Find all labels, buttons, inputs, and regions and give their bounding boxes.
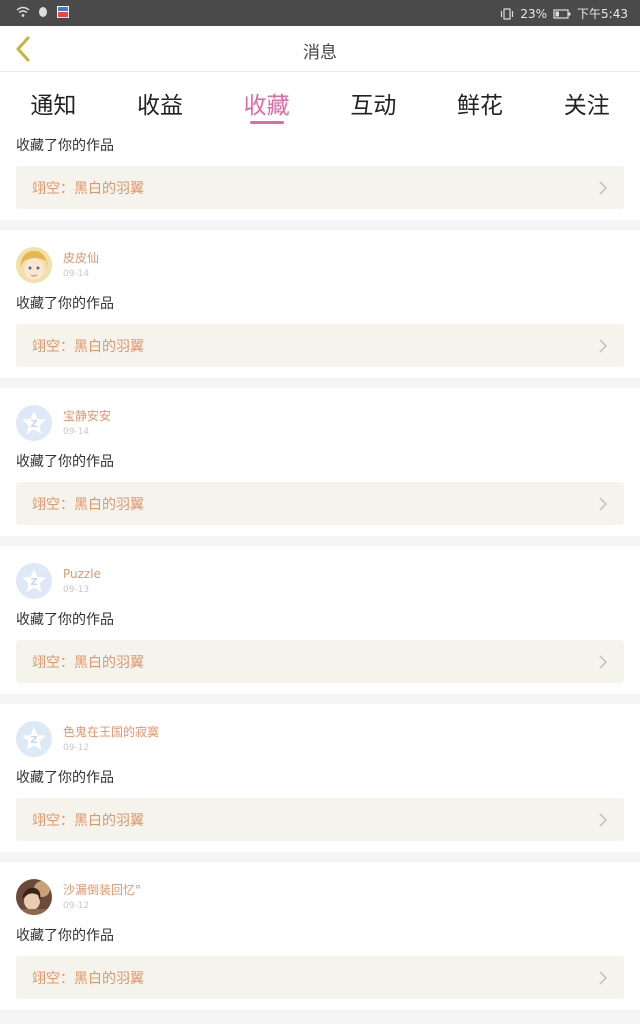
avatar[interactable]: Z bbox=[16, 405, 52, 441]
list-item: Z 色鬼在王国的寂寞 09-12 收藏了你的作品 翊空：黑白的羽翼 bbox=[0, 704, 640, 852]
action-text: 收藏了你的作品 bbox=[16, 612, 114, 628]
anime-avatar-icon bbox=[16, 247, 52, 283]
username[interactable]: Puzzle bbox=[63, 566, 101, 582]
status-bar: 23% 下午5:43 bbox=[0, 0, 640, 26]
avatar[interactable]: Z bbox=[16, 563, 52, 599]
work-link[interactable]: 翊空：黑白的羽翼 bbox=[16, 956, 624, 999]
avatar[interactable] bbox=[16, 247, 52, 283]
wifi-icon bbox=[16, 6, 30, 17]
chevron-right-icon bbox=[599, 496, 608, 511]
action-text: 收藏了你的作品 bbox=[16, 928, 114, 944]
battery-percent: 23% bbox=[520, 6, 548, 21]
star-avatar-icon: Z bbox=[22, 727, 46, 750]
tab-favorites[interactable]: 收藏 bbox=[213, 72, 320, 132]
svg-text:Z: Z bbox=[30, 735, 37, 746]
tab-interactions[interactable]: 互动 bbox=[320, 72, 427, 132]
avatar[interactable] bbox=[16, 879, 52, 915]
work-title: 翊空：黑白的羽翼 bbox=[32, 970, 144, 987]
work-link[interactable]: 翊空：黑白的羽翼 bbox=[16, 482, 624, 525]
chevron-right-icon bbox=[599, 970, 608, 985]
nav-bar: 消息 bbox=[0, 26, 640, 72]
star-avatar-icon: Z bbox=[22, 569, 46, 592]
chevron-right-icon bbox=[599, 180, 608, 195]
chevron-right-icon bbox=[599, 812, 608, 827]
work-title: 翊空：黑白的羽翼 bbox=[32, 654, 144, 671]
timestamp: 09-14 bbox=[63, 427, 90, 437]
username[interactable]: 色鬼在王国的寂寞 bbox=[63, 724, 159, 740]
tab-earnings[interactable]: 收益 bbox=[107, 72, 214, 132]
message-list[interactable]: 收藏了你的作品 翊空：黑白的羽翼 皮皮仙 09-14 收藏了你的作品 翊空：黑白… bbox=[0, 132, 640, 1024]
tab-label: 互动 bbox=[350, 93, 397, 119]
work-link[interactable]: 翊空：黑白的羽翼 bbox=[16, 798, 624, 841]
tab-label: 收益 bbox=[137, 93, 183, 119]
timestamp: 09-12 bbox=[63, 901, 90, 911]
timestamp: 09-13 bbox=[63, 585, 90, 595]
work-title: 翊空：黑白的羽翼 bbox=[32, 180, 144, 197]
page-title: 消息 bbox=[303, 43, 337, 63]
chevron-right-icon bbox=[599, 654, 608, 669]
tab-label: 鲜花 bbox=[457, 93, 504, 119]
tab-label: 收藏 bbox=[243, 93, 290, 119]
qq-icon bbox=[39, 7, 47, 17]
action-text: 收藏了你的作品 bbox=[16, 296, 114, 312]
work-title: 翊空：黑白的羽翼 bbox=[32, 812, 144, 829]
tab-follows[interactable]: 关注 bbox=[533, 72, 640, 132]
work-link[interactable]: 翊空：黑白的羽翼 bbox=[16, 640, 624, 683]
avatar[interactable]: Z bbox=[16, 721, 52, 757]
work-title: 翊空：黑白的羽翼 bbox=[32, 338, 144, 355]
work-title: 翊空：黑白的羽翼 bbox=[32, 496, 144, 513]
username[interactable]: 沙漏倒装回忆° bbox=[63, 882, 141, 898]
app-notification-icon bbox=[57, 6, 69, 18]
username[interactable]: 宝静安安 bbox=[63, 408, 111, 424]
battery-icon bbox=[553, 8, 571, 19]
timestamp: 09-14 bbox=[63, 269, 90, 279]
list-item: 皮皮仙 09-14 收藏了你的作品 翊空：黑白的羽翼 bbox=[0, 230, 640, 378]
list-item: 收藏了你的作品 翊空：黑白的羽翼 bbox=[0, 132, 640, 220]
action-text: 收藏了你的作品 bbox=[16, 770, 114, 786]
clock: 下午5:43 bbox=[577, 7, 628, 21]
work-link[interactable]: 翊空：黑白的羽翼 bbox=[16, 166, 624, 209]
svg-text:Z: Z bbox=[30, 577, 37, 588]
tab-notifications[interactable]: 通知 bbox=[0, 72, 107, 132]
timestamp: 09-12 bbox=[63, 743, 90, 753]
work-link[interactable]: 翊空：黑白的羽翼 bbox=[16, 324, 624, 367]
chevron-right-icon bbox=[599, 338, 608, 353]
photo-avatar-icon bbox=[16, 879, 52, 915]
tab-label: 通知 bbox=[30, 93, 77, 119]
list-item: Z Puzzle 09-13 收藏了你的作品 翊空：黑白的羽翼 bbox=[0, 546, 640, 694]
action-text: 收藏了你的作品 bbox=[16, 454, 114, 470]
tab-label: 关注 bbox=[563, 93, 610, 119]
active-tab-indicator bbox=[249, 121, 284, 124]
svg-text:Z: Z bbox=[30, 419, 37, 430]
vibrate-icon bbox=[501, 7, 514, 20]
list-item: Z 宝静安安 09-14 收藏了你的作品 翊空：黑白的羽翼 bbox=[0, 388, 640, 536]
username[interactable]: 皮皮仙 bbox=[63, 250, 99, 266]
star-avatar-icon: Z bbox=[22, 411, 46, 434]
tab-flowers[interactable]: 鲜花 bbox=[427, 72, 534, 132]
tab-bar: 通知 收益 收藏 互动 鲜花 关注 bbox=[0, 72, 640, 132]
list-item: 沙漏倒装回忆° 09-12 收藏了你的作品 翊空：黑白的羽翼 bbox=[0, 862, 640, 1010]
action-text: 收藏了你的作品 bbox=[16, 138, 114, 154]
